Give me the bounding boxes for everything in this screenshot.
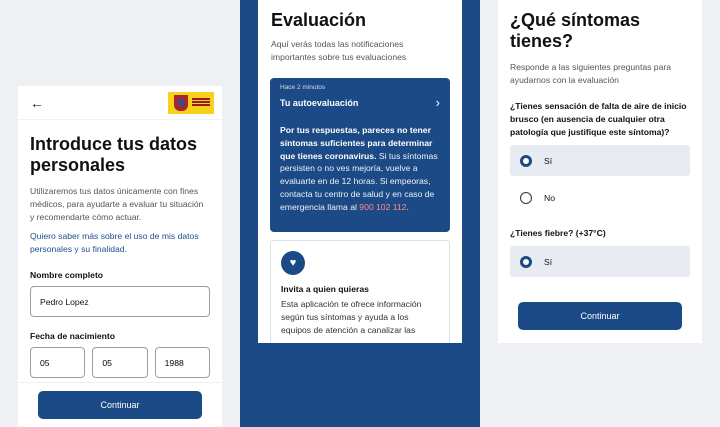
phone-frame: ¿Qué síntomas tienes? Responde a las sig… xyxy=(498,0,702,343)
name-label: Nombre completo xyxy=(30,270,104,280)
card-title: Tu autoevaluación xyxy=(280,97,359,108)
dob-day-field[interactable]: 05 xyxy=(30,347,86,378)
chevron-right-icon[interactable]: › xyxy=(436,95,440,110)
option-label: Sí xyxy=(544,155,553,166)
invite-body: Esta aplicación te ofrece información se… xyxy=(281,299,422,335)
arrow-left-icon[interactable]: ← xyxy=(30,95,44,111)
dob-fields: 05 05 1988 xyxy=(30,347,210,378)
dob-year-field[interactable]: 1988 xyxy=(154,347,210,378)
invite-title: Invita a quien quieras xyxy=(281,284,369,294)
page-title: Introduce tus datos personales xyxy=(30,134,198,175)
continue-button[interactable]: Continuar xyxy=(38,391,202,419)
screen-personal-data: ← Introduce tus datos personales Utiliza… xyxy=(0,0,240,427)
top-bar: ← xyxy=(18,86,222,120)
page-title: Evaluación xyxy=(271,10,367,30)
option-yes-fever[interactable]: Sí xyxy=(510,246,690,278)
continue-button[interactable]: Continuar xyxy=(518,302,682,330)
phone-frame: Evaluación Aquí verás todas las notifica… xyxy=(258,0,462,343)
card-body: Por tus respuestas, pareces no tener sín… xyxy=(280,124,440,214)
page-subtitle: Responde a las siguientes preguntas para… xyxy=(510,62,672,85)
option-yes-breath[interactable]: Sí xyxy=(510,145,690,177)
option-no-breath[interactable]: No xyxy=(510,182,690,213)
footer-bar: Continuar xyxy=(18,382,222,427)
dob-label: Fecha de nacimiento xyxy=(30,331,116,341)
privacy-link[interactable]: Quiero saber más sobre el uso de mis dat… xyxy=(30,230,210,256)
description: Utilizaremos tus datos únicamente con fi… xyxy=(30,186,204,222)
radio-selected-icon[interactable] xyxy=(520,154,532,167)
self-evaluation-card[interactable]: Hace 2 minutos Tu autoevaluación › Por t… xyxy=(270,78,450,232)
question-fever: ¿Tienes fiebre? (+37°C) xyxy=(510,228,606,239)
radio-selected-icon[interactable] xyxy=(520,255,532,268)
heart-icon: ♥ xyxy=(281,251,305,275)
page-subtitle: Aquí verás todas las notificaciones impo… xyxy=(271,39,407,62)
phone-frame: ← Introduce tus datos personales Utiliza… xyxy=(18,86,222,427)
dob-month-field[interactable]: 05 xyxy=(92,347,148,378)
screen-symptoms: ¿Qué síntomas tienes? Responde a las sig… xyxy=(480,0,720,427)
name-field[interactable]: Pedro Lopez xyxy=(30,286,210,317)
invite-card[interactable]: ♥ Invita a quien quieras Esta aplicación… xyxy=(270,240,450,343)
card-body-end: . xyxy=(406,201,409,212)
emergency-phone[interactable]: 900 102 112 xyxy=(359,202,406,212)
radio-unselected-icon[interactable] xyxy=(520,191,532,204)
option-label: Sí xyxy=(544,256,553,267)
screen-evaluation: Evaluación Aquí verás todas las notifica… xyxy=(240,0,480,427)
card-timestamp: Hace 2 minutos xyxy=(280,84,326,91)
card-header: Tu autoevaluación › xyxy=(280,95,440,110)
question-shortness-of-breath: ¿Tienes sensación de falta de aire de in… xyxy=(510,101,687,138)
government-logo xyxy=(168,91,214,114)
page-title: ¿Qué síntomas tienes? xyxy=(510,10,641,51)
option-label: No xyxy=(544,192,555,203)
